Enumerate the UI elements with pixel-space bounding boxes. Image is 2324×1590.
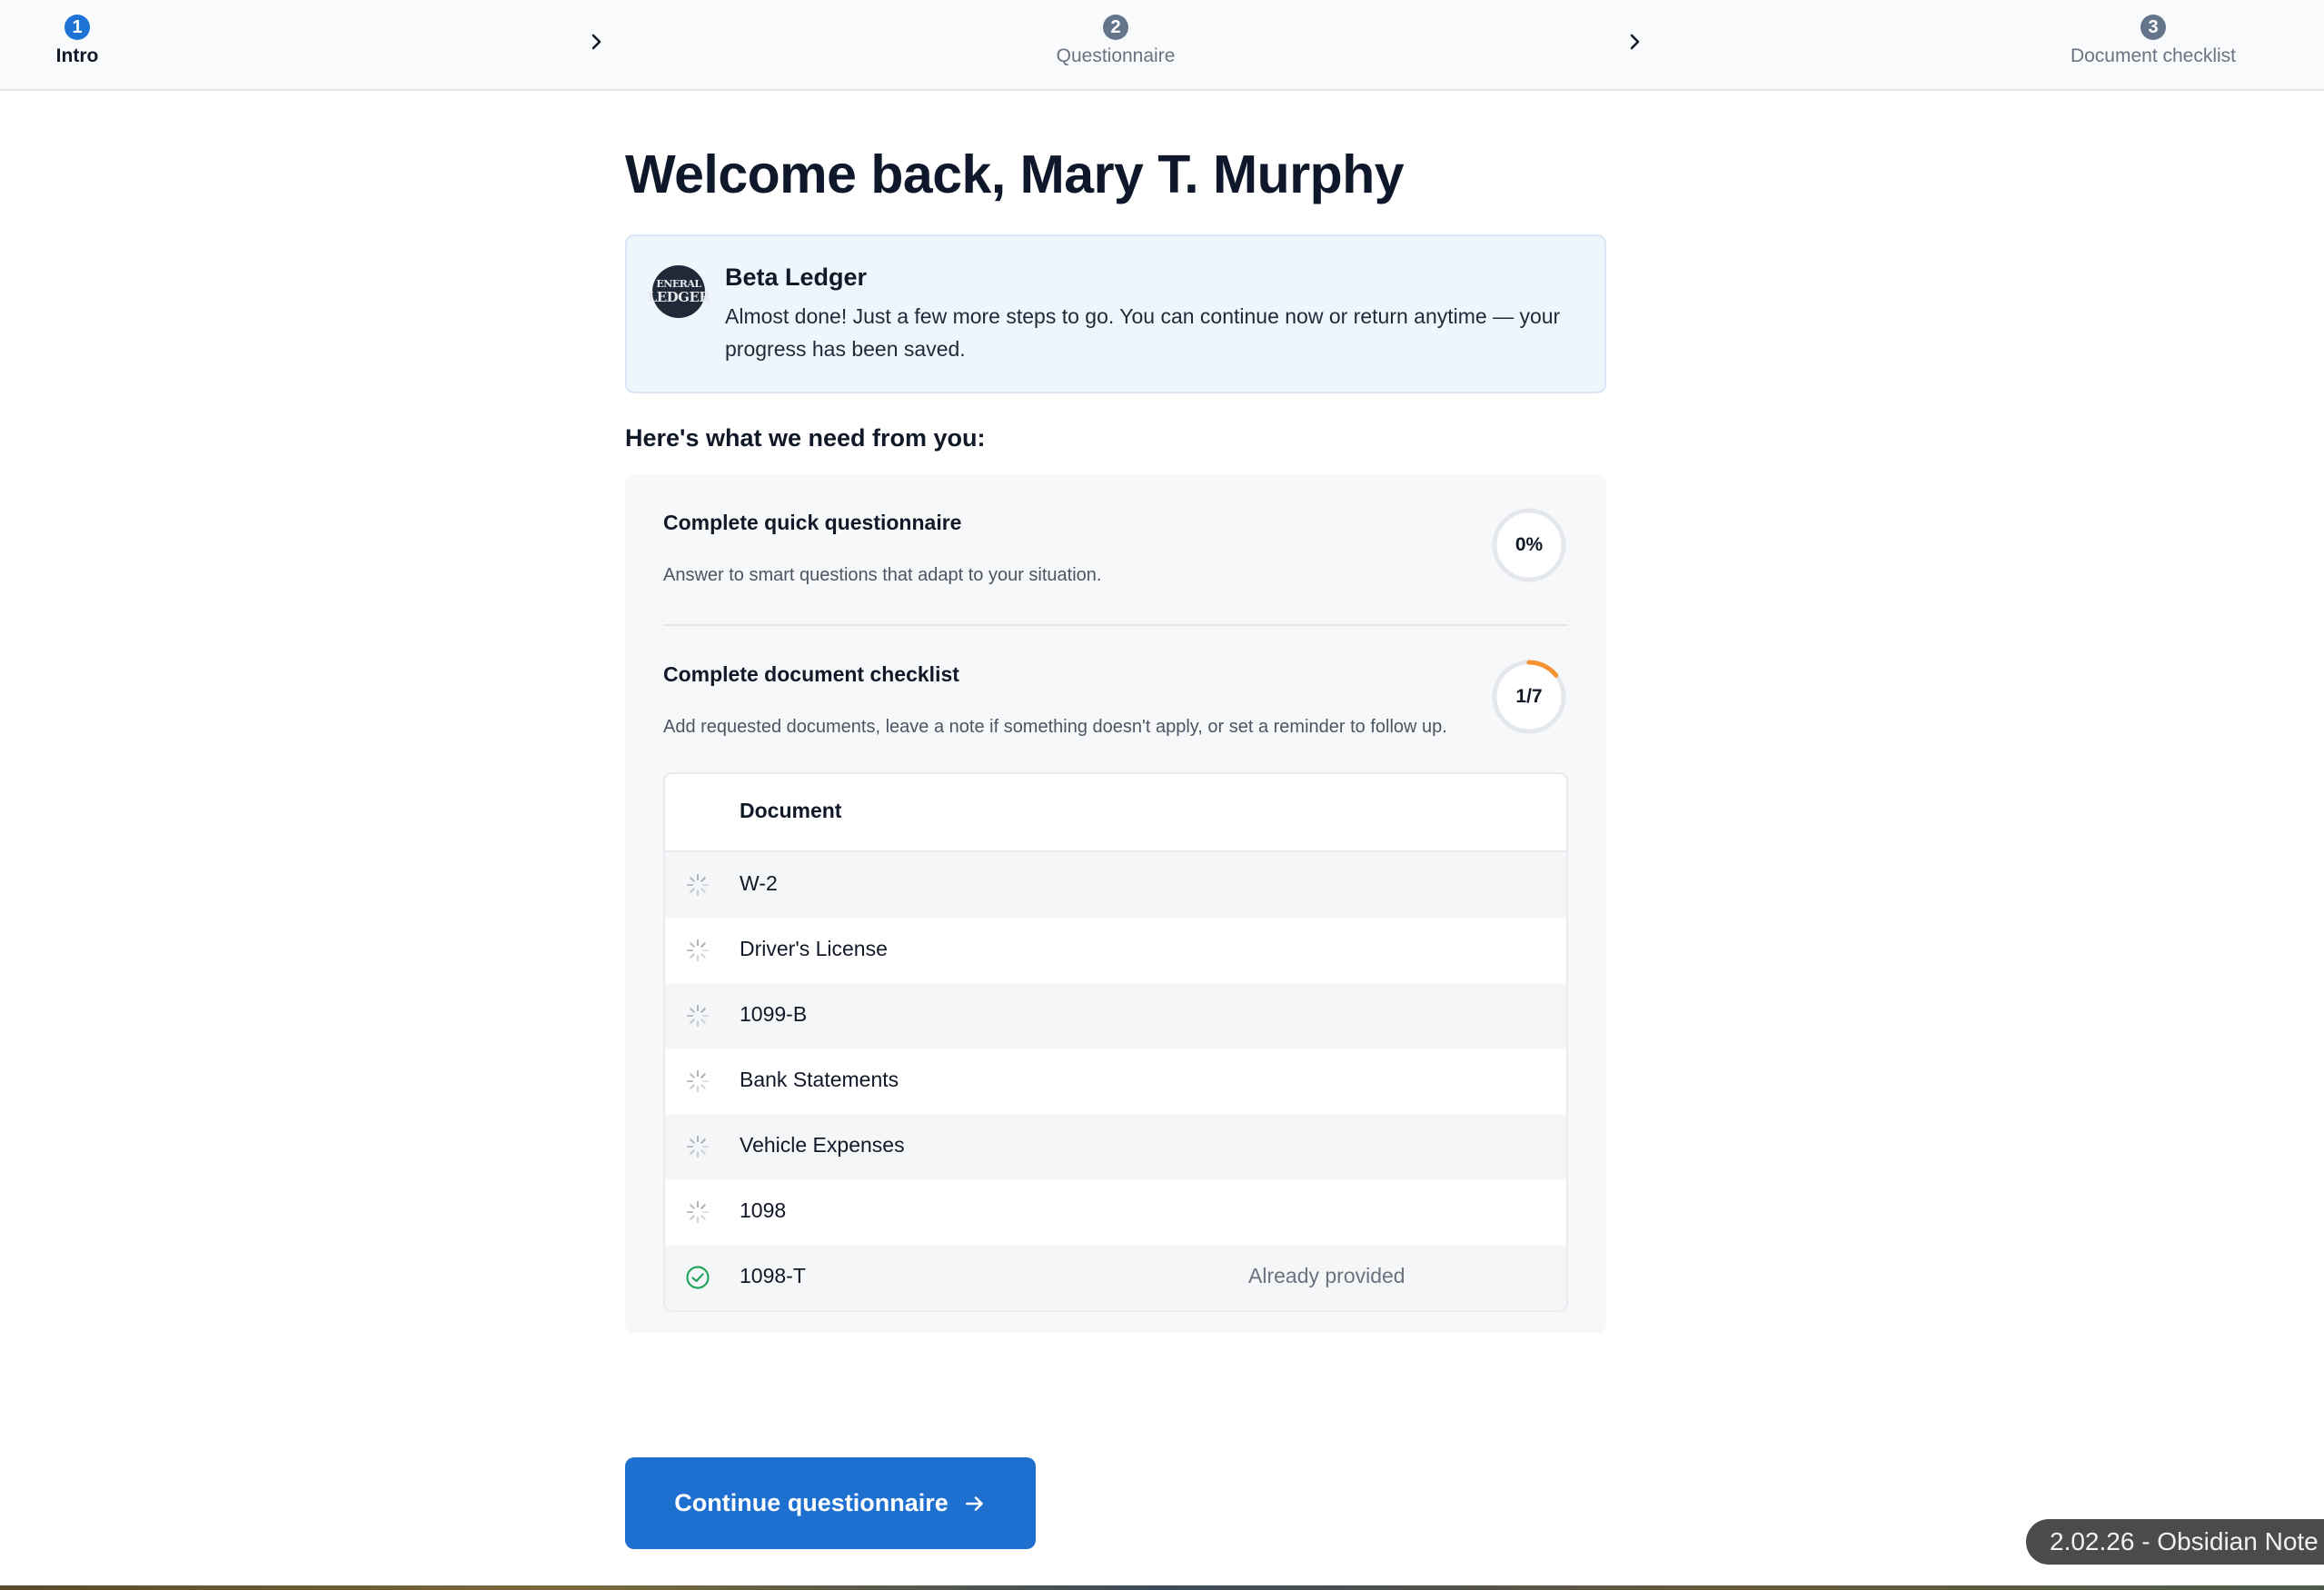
stepper: 1 Intro 2 Questionnaire 3 Document check… <box>0 0 2324 91</box>
task-questionnaire[interactable]: Complete quick questionnaire Answer to s… <box>663 474 1568 626</box>
chevron-right-icon <box>1630 34 1640 50</box>
firm-banner: ENERAL LEDGER Beta Ledger Almost done! J… <box>625 234 1606 393</box>
table-header: Document <box>665 774 1566 852</box>
firm-name: Beta Ledger <box>725 263 868 291</box>
continue-questionnaire-button[interactable]: Continue questionnaire <box>625 1457 1036 1549</box>
pending-spinner-icon <box>687 1070 709 1092</box>
step-questionnaire[interactable]: 2 Questionnaire <box>979 15 1252 67</box>
task-description: Add requested documents, leave a note if… <box>663 717 1447 737</box>
progress-ring: 1/7 <box>1490 658 1568 736</box>
column-header-document: Document <box>740 799 842 822</box>
page-title: Welcome back, Mary T. Murphy <box>625 144 1405 204</box>
progress-label: 0% <box>1515 534 1544 555</box>
document-status: Already provided <box>1248 1264 1405 1287</box>
step-label: Intro <box>55 45 99 66</box>
progress-ring: 0% <box>1490 506 1568 584</box>
progress-label: 1/7 <box>1515 686 1543 707</box>
document-name: 1098-T <box>740 1264 806 1287</box>
table-row[interactable]: Bank Statements <box>665 1048 1566 1114</box>
banner-message: Almost done! Just a few more steps to go… <box>725 304 1561 361</box>
step-number: 2 <box>1103 15 1128 40</box>
section-title: Here's what we need from you: <box>625 424 986 452</box>
document-name: Driver's License <box>740 937 888 960</box>
task-document-checklist[interactable]: Complete document checklist Add requeste… <box>663 626 1568 790</box>
document-name: Vehicle Expenses <box>740 1133 905 1157</box>
app-notification-toast[interactable]: 2.02.26 - Obsidian Note <box>2026 1519 2324 1565</box>
pending-spinner-icon <box>687 939 709 961</box>
step-number: 1 <box>65 15 90 40</box>
step-label: Document checklist <box>2070 45 2237 66</box>
table-row[interactable]: Driver's License <box>665 918 1566 983</box>
desktop-wallpaper-strip <box>0 1585 2324 1590</box>
document-name: 1099-B <box>740 1002 808 1026</box>
task-description: Answer to smart questions that adapt to … <box>663 565 1102 585</box>
pending-spinner-icon <box>687 1201 709 1223</box>
arrow-right-icon <box>965 1496 983 1511</box>
task-title: Complete quick questionnaire <box>663 511 962 534</box>
main-content: Welcome back, Mary T. Murphy ENERAL LEDG… <box>625 91 1606 1333</box>
pending-spinner-icon <box>687 874 709 896</box>
table-row[interactable]: Vehicle Expenses <box>665 1114 1566 1179</box>
table-row[interactable]: W-2 <box>665 852 1566 918</box>
table-row[interactable]: 1099-B <box>665 983 1566 1048</box>
table-row[interactable]: 1098-T Already provided <box>665 1245 1566 1310</box>
document-name: W-2 <box>740 871 778 895</box>
task-list: Complete quick questionnaire Answer to s… <box>625 474 1606 1333</box>
document-name: Bank Statements <box>740 1068 899 1091</box>
firm-logo: ENERAL LEDGER <box>648 265 710 318</box>
pending-spinner-icon <box>687 1005 709 1027</box>
table-row[interactable]: 1098 <box>665 1179 1566 1245</box>
pending-spinner-icon <box>687 1136 709 1158</box>
document-name: 1098 <box>740 1198 787 1222</box>
step-label: Questionnaire <box>1056 45 1176 66</box>
check-circle-icon <box>686 1266 710 1289</box>
document-table: Document W-2 Driver's License 1099-B Bank S… <box>663 772 1568 1312</box>
step-document-checklist[interactable]: 3 Document checklist <box>2017 15 2289 67</box>
task-title: Complete document checklist <box>663 662 959 686</box>
step-intro[interactable]: 1 Intro <box>0 15 214 67</box>
table-body: W-2 Driver's License 1099-B Bank Statements… <box>665 852 1566 1310</box>
step-number: 3 <box>2140 15 2166 40</box>
chevron-right-icon <box>591 34 601 50</box>
logo-text-middle: LEDGER <box>647 289 710 305</box>
button-label: Continue questionnaire <box>674 1489 948 1516</box>
